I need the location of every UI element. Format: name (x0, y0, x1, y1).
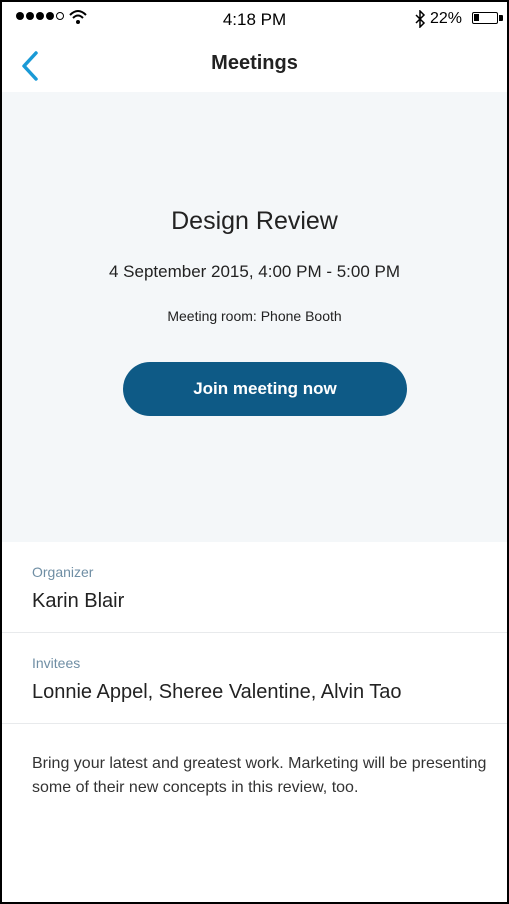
battery-percent: 22% (430, 10, 463, 27)
battery-icon (472, 12, 498, 24)
battery-tip (499, 15, 503, 21)
page-title: Meetings (211, 52, 298, 74)
organizer-name: Karin Blair (32, 590, 125, 612)
app-screen: 4:18 PM 22% Meetings Design Review 4 Sep… (0, 0, 509, 904)
organizer-section: Organizer Karin Blair (2, 542, 507, 633)
meeting-description: Bring your latest and greatest work. Mar… (32, 755, 487, 796)
invitees-list: Lonnie Appel, Sheree Valentine, Alvin Ta… (32, 681, 402, 703)
meeting-room: Meeting room: Phone Booth (167, 308, 342, 324)
meeting-title: Design Review (171, 207, 338, 235)
meeting-hero: Design Review 4 September 2015, 4:00 PM … (2, 92, 507, 542)
nav-bar: Meetings (2, 40, 507, 92)
invitees-label: Invitees (32, 655, 81, 671)
invitees-section: Invitees Lonnie Appel, Sheree Valentine,… (2, 633, 507, 724)
join-meeting-button[interactable]: Join meeting now (123, 362, 407, 416)
status-bar: 4:18 PM 22% (2, 2, 507, 40)
bluetooth-icon (415, 10, 426, 28)
organizer-label: Organizer (32, 564, 94, 580)
meeting-time: 4 September 2015, 4:00 PM - 5:00 PM (108, 262, 401, 281)
battery-fill (474, 14, 479, 21)
